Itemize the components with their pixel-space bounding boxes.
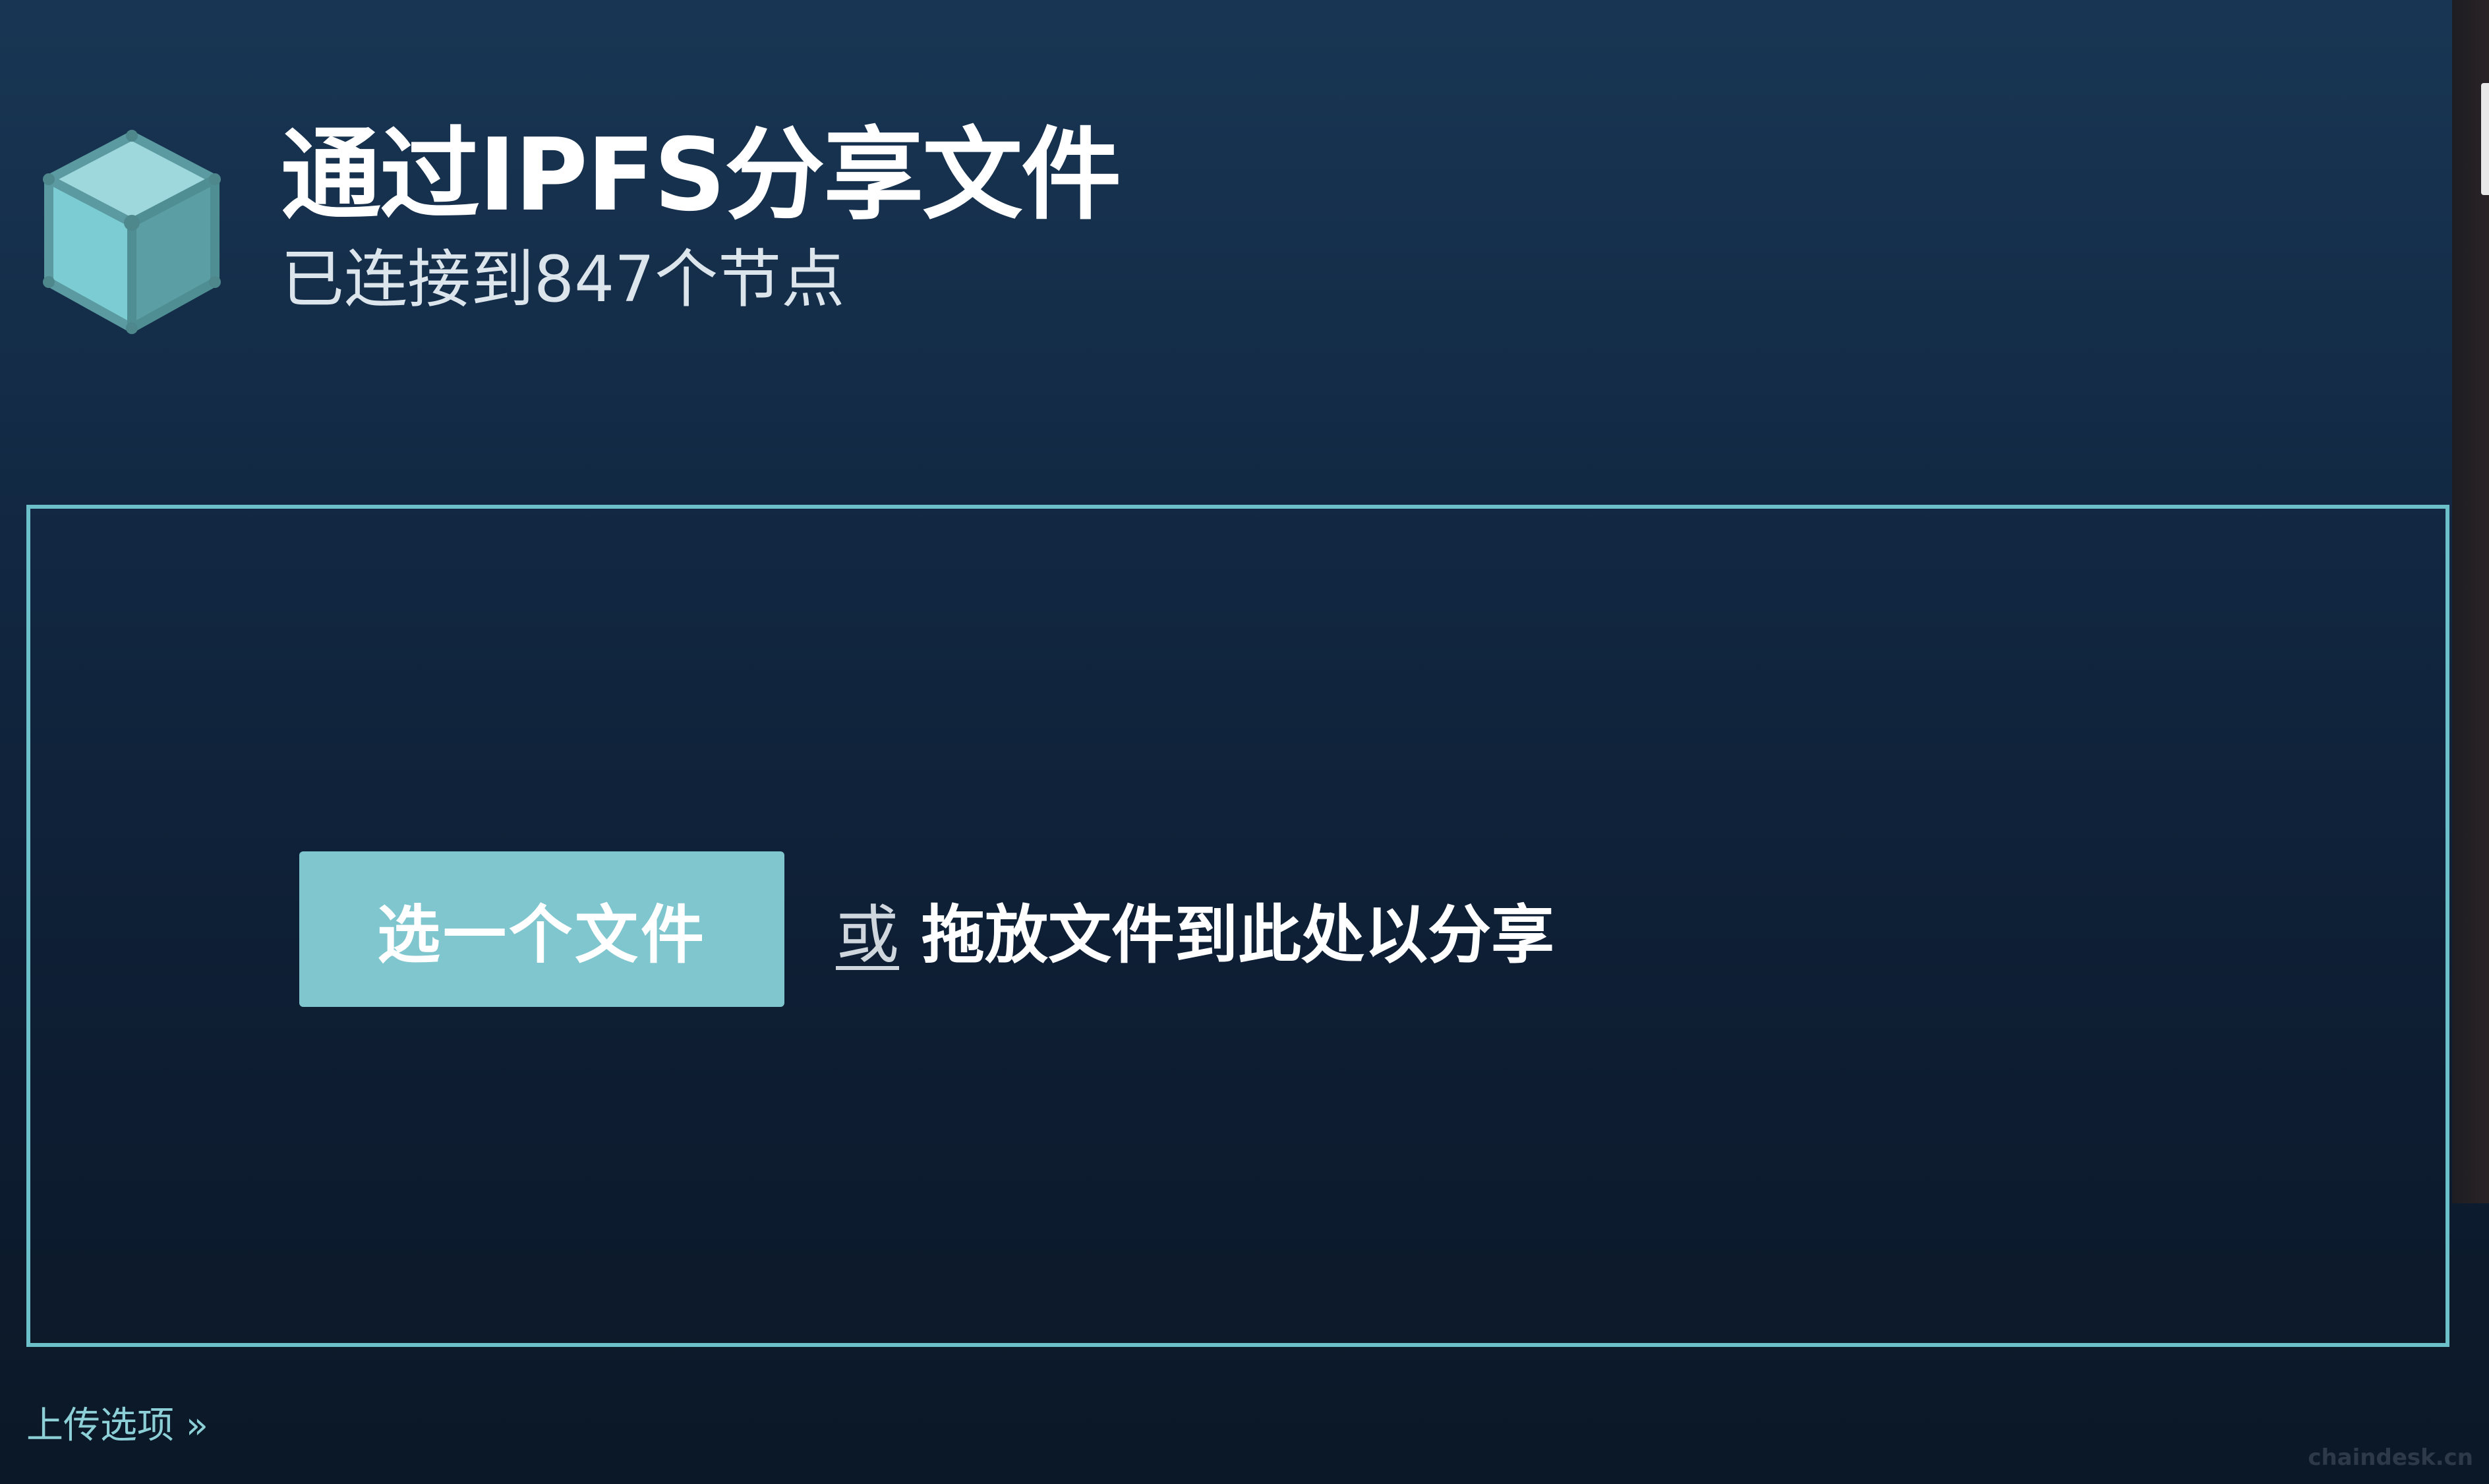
peer-count-status: 已连接到847个节点 [281,243,845,316]
page-title: 通过IPFS分享文件 [281,117,1121,233]
watermark: chaindesk.cn [2308,1444,2473,1471]
cube-logo-icon [43,130,221,334]
choose-file-button[interactable]: 选一个文件 [299,851,784,1007]
or-label: 或 [836,898,899,972]
header: 通过IPFS分享文件 已连接到847个节点 [281,117,1121,316]
upload-options-link[interactable]: 上传选项 » [26,1396,208,1449]
file-dropzone[interactable]: 选一个文件 或 拖放文件到此处以分享 [26,505,2449,1347]
drop-instruction: 拖放文件到此处以分享 [922,898,1554,972]
upload-row: 选一个文件 或 拖放文件到此处以分享 [299,851,1554,1007]
side-panel-handle[interactable] [2481,83,2489,195]
